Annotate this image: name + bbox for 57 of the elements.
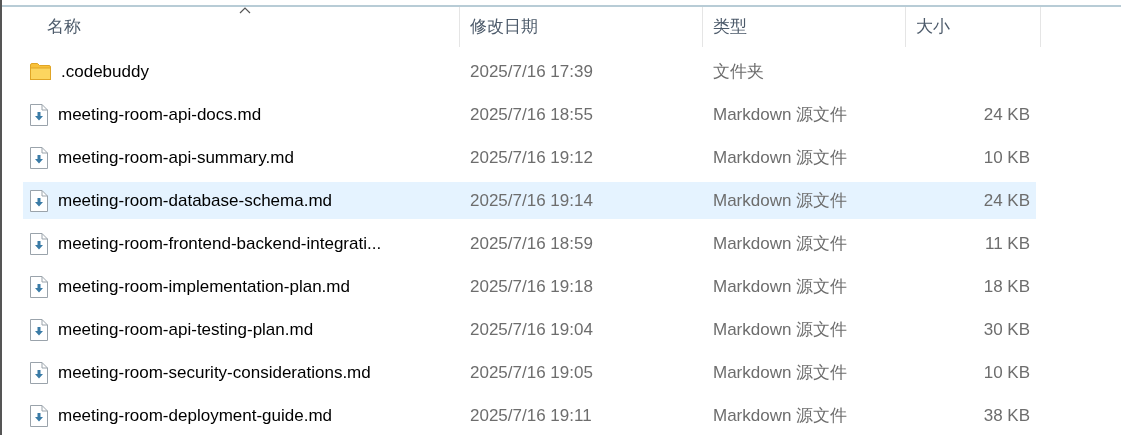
file-size: 30 KB bbox=[983, 319, 1030, 339]
modified-date: 2025/7/16 19:04 bbox=[470, 319, 593, 339]
file-size: 38 KB bbox=[983, 405, 1030, 425]
file-type: Markdown 源文件 bbox=[713, 362, 848, 382]
modified-date: 2025/7/16 19:11 bbox=[470, 405, 592, 425]
file-row[interactable]: meeting-room-api-testing-plan.md 2025/7/16 19:04 Markdown 源文件 30 KB bbox=[23, 311, 1036, 348]
modified-date: 2025/7/16 17:39 bbox=[470, 61, 593, 81]
file-name: .codebuddy bbox=[61, 60, 149, 83]
download-file-icon bbox=[30, 103, 48, 126]
file-name: meeting-room-database-schema.md bbox=[58, 189, 332, 212]
folder-icon bbox=[30, 63, 51, 80]
file-type: Markdown 源文件 bbox=[713, 276, 848, 296]
file-type: Markdown 源文件 bbox=[713, 104, 848, 124]
file-size: 10 KB bbox=[983, 147, 1030, 167]
file-row[interactable]: meeting-room-api-summary.md 2025/7/16 19:12 Markdown 源文件 10 KB bbox=[23, 139, 1036, 176]
file-row[interactable]: meeting-room-security-considerations.md 2025/7/16 19:05 Markdown 源文件 10 KB bbox=[23, 354, 1036, 391]
column-header[interactable]: 修改日期 bbox=[470, 14, 538, 40]
file-name: meeting-room-api-summary.md bbox=[58, 146, 294, 169]
selected-file-row[interactable]: meeting-room-database-schema.md 2025/7/16 19:14 Markdown 源文件 24 KB bbox=[23, 182, 1036, 219]
file-name: meeting-room-api-docs.md bbox=[58, 103, 262, 126]
file-type: Markdown 源文件 bbox=[713, 147, 848, 167]
file-size: 10 KB bbox=[983, 362, 1030, 382]
download-file-icon bbox=[30, 146, 48, 169]
file-row[interactable]: .codebuddy 2025/7/16 17:39 文件夹 bbox=[23, 53, 1036, 90]
column-header[interactable]: 类型 bbox=[713, 14, 747, 40]
file-type: Markdown 源文件 bbox=[713, 233, 848, 253]
file-name: meeting-room-frontend-backend-integrati... bbox=[58, 232, 382, 255]
modified-date: 2025/7/16 19:18 bbox=[470, 276, 593, 296]
file-size: 24 KB bbox=[983, 190, 1030, 210]
download-file-icon bbox=[30, 189, 48, 212]
file-row[interactable]: meeting-room-implementation-plan.md 2025/7/16 19:18 Markdown 源文件 18 KB bbox=[23, 268, 1036, 305]
modified-date: 2025/7/16 18:55 bbox=[470, 104, 593, 124]
modified-date: 2025/7/16 19:14 bbox=[470, 190, 593, 210]
column-header[interactable]: 名称 bbox=[47, 14, 81, 40]
file-size: 24 KB bbox=[983, 104, 1030, 124]
file-type: Markdown 源文件 bbox=[713, 405, 848, 425]
file-row[interactable]: meeting-room-api-docs.md 2025/7/16 18:55 Markdown 源文件 24 KB bbox=[23, 96, 1036, 133]
modified-date: 2025/7/16 19:12 bbox=[470, 147, 593, 167]
download-file-icon bbox=[30, 404, 48, 427]
download-file-icon bbox=[30, 318, 48, 341]
file-name: meeting-room-implementation-plan.md bbox=[58, 275, 350, 298]
download-file-icon bbox=[30, 275, 48, 298]
download-file-icon bbox=[30, 361, 48, 384]
modified-date: 2025/7/16 19:05 bbox=[470, 362, 593, 382]
download-file-icon bbox=[30, 232, 48, 255]
file-name: meeting-room-deployment-guide.md bbox=[58, 404, 333, 427]
file-row[interactable]: meeting-room-frontend-backend-integrati... 2025/7/16 18:59 Markdown 源文件 11 KB bbox=[23, 225, 1036, 262]
file-size: 11 KB bbox=[984, 233, 1030, 253]
column-header[interactable]: 大小 bbox=[916, 14, 950, 40]
modified-date: 2025/7/16 18:59 bbox=[470, 233, 593, 253]
file-row[interactable]: meeting-room-deployment-guide.md 2025/7/16 19:11 Markdown 源文件 38 KB bbox=[23, 397, 1036, 434]
file-size: 18 KB bbox=[983, 276, 1030, 296]
file-type: 文件夹 bbox=[713, 61, 764, 81]
file-type: Markdown 源文件 bbox=[713, 190, 848, 210]
file-name: meeting-room-api-testing-plan.md bbox=[58, 318, 314, 341]
file-type: Markdown 源文件 bbox=[713, 319, 848, 339]
file-name: meeting-room-security-considerations.md bbox=[58, 361, 371, 384]
